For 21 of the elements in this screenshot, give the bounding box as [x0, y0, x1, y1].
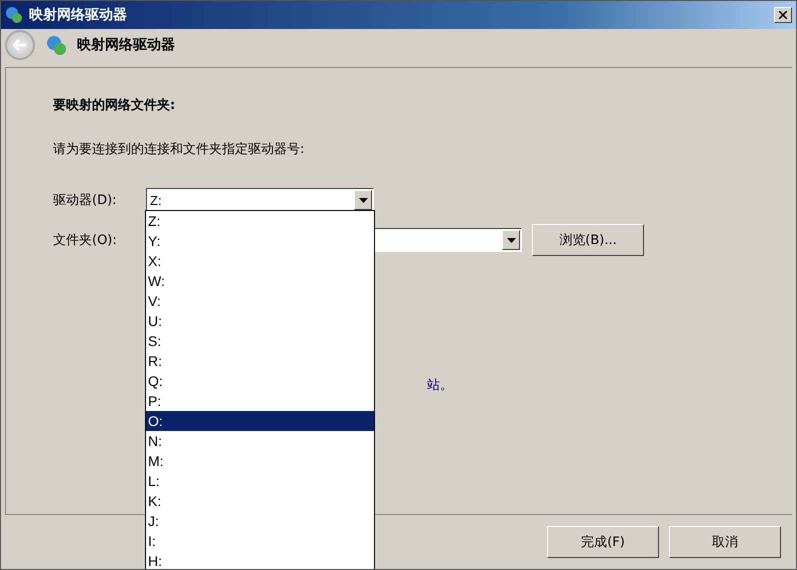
network-drive-icon: [45, 34, 67, 56]
browse-button[interactable]: 浏览(B)...: [532, 224, 644, 256]
close-icon: [779, 11, 787, 19]
link-text[interactable]: 站。: [427, 376, 792, 394]
drive-combobox[interactable]: Z:: [146, 188, 374, 212]
dropdown-button[interactable]: [502, 230, 520, 250]
cancel-button[interactable]: 取消: [669, 526, 781, 558]
window-title: 映射网络驱动器: [29, 6, 128, 24]
drive-label: 驱动器(D):: [53, 192, 118, 209]
back-arrow-icon: [13, 39, 27, 51]
folder-label: 文件夹(O):: [53, 232, 118, 249]
dropdown-arrow-icon: [358, 198, 368, 202]
dropdown-button[interactable]: [354, 190, 372, 210]
network-drive-icon: [5, 6, 23, 24]
finish-button[interactable]: 完成(F): [547, 526, 659, 558]
close-button[interactable]: [774, 7, 792, 23]
drive-option[interactable]: O:: [146, 411, 374, 431]
instruction-text: 请为要连接到的连接和文件夹指定驱动器号:: [53, 141, 306, 158]
wizard-title: 映射网络驱动器: [77, 36, 175, 54]
section-heading: 要映射的网络文件夹:: [53, 96, 176, 114]
dropdown-arrow-icon: [506, 238, 516, 242]
